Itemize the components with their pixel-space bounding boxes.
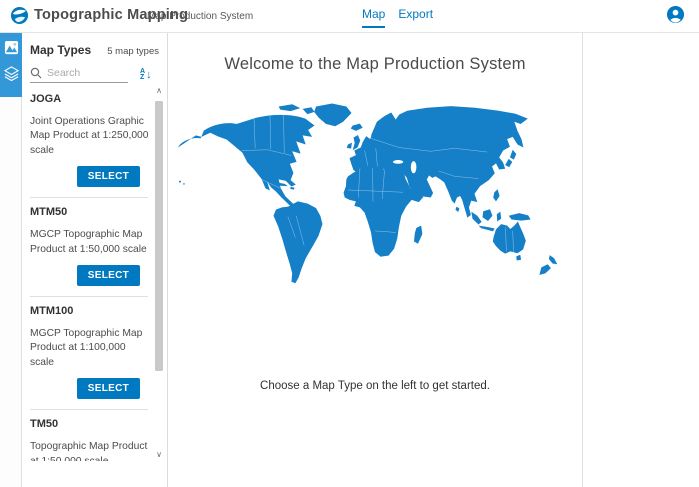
search-icon bbox=[30, 67, 42, 79]
list-item-mtm100: MTM100 MGCP Topographic Map Product at 1… bbox=[22, 297, 152, 409]
active-widget-group bbox=[0, 33, 22, 97]
map-type-count: 5 map types bbox=[107, 46, 159, 57]
app-body: Map Types 5 map types A Z ↓ bbox=[0, 33, 699, 487]
map-type-name: TM50 bbox=[30, 418, 148, 430]
list-item-mtm50: MTM50 MGCP Topographic Map Product at 1:… bbox=[22, 198, 152, 296]
sidebar-scrollbar[interactable]: ∧ ∨ bbox=[152, 85, 166, 461]
map-type-description: Joint Operations Graphic Map Product at … bbox=[30, 115, 150, 158]
tab-map[interactable]: Map bbox=[362, 7, 385, 28]
search-box bbox=[30, 67, 128, 83]
scroll-up-arrow[interactable]: ∧ bbox=[152, 85, 166, 97]
top-nav: Map Export bbox=[362, 7, 433, 28]
page-subtitle: Map Production System bbox=[147, 11, 253, 22]
right-gutter bbox=[583, 33, 699, 487]
map-types-panel: Map Types 5 map types A Z ↓ bbox=[22, 33, 168, 487]
welcome-heading: Welcome to the Map Production System bbox=[224, 55, 525, 74]
user-avatar-icon[interactable] bbox=[666, 5, 685, 24]
map-type-name: MTM50 bbox=[30, 206, 148, 218]
scroll-down-arrow[interactable]: ∨ bbox=[152, 449, 166, 461]
select-button-joga[interactable]: SELECT bbox=[77, 166, 140, 187]
list-item-joga: JOGA Joint Operations Graphic Map Produc… bbox=[22, 85, 152, 197]
list-item-tm50: TM50 Topographic Map Product at 1:50,000… bbox=[22, 410, 152, 461]
map-type-description: MGCP Topographic Map Product at 1:50,000… bbox=[30, 228, 150, 257]
search-input[interactable] bbox=[47, 67, 125, 79]
sort-letter-z: Z bbox=[140, 75, 145, 82]
map-type-description: MGCP Topographic Map Product at 1:100,00… bbox=[30, 327, 150, 370]
main-content: Welcome to the Map Production System bbox=[168, 33, 583, 487]
app-logo-icon bbox=[10, 6, 29, 25]
sort-arrow: ↓ bbox=[146, 69, 152, 81]
scrollbar-thumb[interactable] bbox=[155, 101, 163, 371]
map-type-name: MTM100 bbox=[30, 305, 148, 317]
app-header: Topographic Mapping Map Production Syste… bbox=[0, 0, 699, 33]
select-button-mtm100[interactable]: SELECT bbox=[77, 378, 140, 399]
sort-az-icon[interactable]: A Z ↓ bbox=[140, 69, 152, 82]
tab-export[interactable]: Export bbox=[398, 7, 433, 28]
panel-title: Map Types bbox=[30, 43, 91, 57]
map-type-list: JOGA Joint Operations Graphic Map Produc… bbox=[22, 85, 152, 461]
instruction-text: Choose a Map Type on the left to get sta… bbox=[260, 380, 490, 392]
world-map-image bbox=[176, 102, 574, 284]
widget-icon-strip bbox=[0, 33, 22, 487]
select-button-mtm50[interactable]: SELECT bbox=[77, 265, 140, 286]
map-types-widget-icon[interactable] bbox=[3, 39, 19, 55]
layers-widget-icon[interactable] bbox=[3, 65, 19, 81]
map-type-description: Topographic Map Product at 1:50,000 scal… bbox=[30, 440, 150, 461]
map-type-name: JOGA bbox=[30, 93, 148, 105]
